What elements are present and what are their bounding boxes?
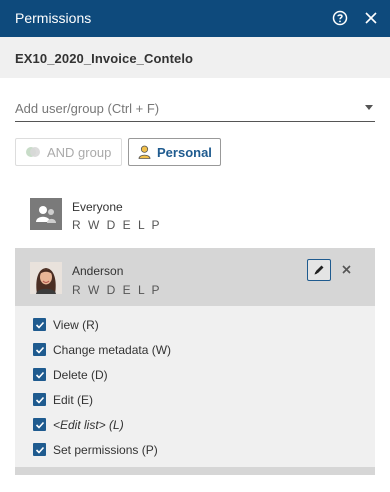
permission-label: Delete (D): [53, 367, 108, 382]
permission-view[interactable]: View (R): [15, 312, 375, 337]
entry-name: Anderson: [72, 264, 124, 278]
permission-edit[interactable]: Edit (E): [15, 387, 375, 412]
checkbox-checked-icon[interactable]: [33, 418, 46, 431]
permission-label: Edit (E): [53, 392, 94, 407]
chevron-down-icon[interactable]: [365, 105, 373, 110]
selected-entry-panel: Anderson R W D E L P View (R) Change met…: [15, 248, 375, 475]
entry-rights: R W D E L P: [72, 283, 162, 297]
and-group-label: AND group: [47, 144, 112, 160]
permission-delete[interactable]: Delete (D): [15, 362, 375, 387]
pencil-icon: [314, 265, 324, 275]
checkbox-checked-icon[interactable]: [33, 393, 46, 406]
personal-button[interactable]: Personal: [128, 138, 221, 166]
title-bar: Permissions: [0, 0, 390, 37]
venn-icon: [25, 146, 41, 158]
person-icon: [138, 145, 151, 159]
panel-footer-divider: [15, 467, 375, 475]
permission-edit-list[interactable]: <Edit list> (L): [15, 412, 375, 437]
permission-checkbox-list: View (R) Change metadata (W) Delete (D) …: [15, 312, 375, 462]
edit-button[interactable]: [307, 259, 331, 281]
help-icon[interactable]: [331, 9, 349, 27]
permission-change-metadata[interactable]: Change metadata (W): [15, 337, 375, 362]
entry-rights: R W D E L P: [72, 218, 162, 232]
permission-label: <Edit list> (L): [53, 417, 124, 432]
group-avatar-icon: [30, 198, 62, 230]
permission-entry-anderson[interactable]: Anderson R W D E L P: [15, 248, 375, 306]
permission-entry-everyone[interactable]: Everyone R W D E L P: [15, 188, 375, 240]
checkbox-checked-icon[interactable]: [33, 343, 46, 356]
remove-icon[interactable]: [339, 260, 353, 278]
close-icon[interactable]: [362, 9, 380, 27]
entry-name: Everyone: [72, 200, 123, 214]
search-input[interactable]: [15, 96, 345, 120]
and-group-button[interactable]: AND group: [15, 138, 122, 166]
permission-label: Change metadata (W): [53, 342, 172, 357]
add-user-group-field[interactable]: [15, 96, 375, 122]
checkbox-checked-icon[interactable]: [33, 368, 46, 381]
user-photo: [30, 262, 62, 294]
document-header: EX10_2020_Invoice_Contelo: [0, 37, 390, 78]
document-name: EX10_2020_Invoice_Contelo: [15, 51, 194, 66]
permission-set-permissions[interactable]: Set permissions (P): [15, 437, 375, 462]
checkbox-checked-icon[interactable]: [33, 443, 46, 456]
permission-label: Set permissions (P): [53, 442, 158, 457]
permission-label: View (R): [53, 317, 99, 332]
personal-label: Personal: [157, 144, 212, 160]
window-title: Permissions: [15, 10, 92, 26]
checkbox-checked-icon[interactable]: [33, 318, 46, 331]
